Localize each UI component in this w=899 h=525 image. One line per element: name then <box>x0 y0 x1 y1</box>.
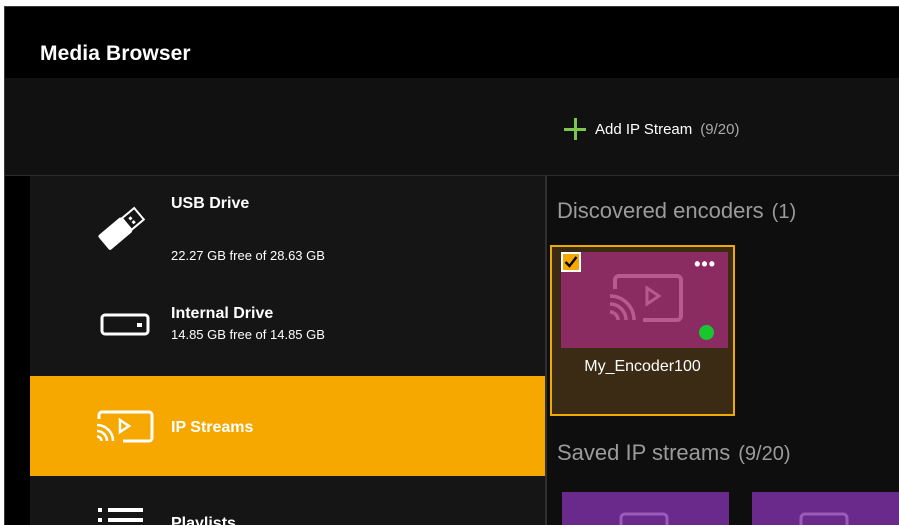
sidebar-item-ip-streams[interactable]: IP Streams <box>30 376 545 476</box>
sidebar-item-detail: 22.27 GB free of 28.63 GB <box>171 248 325 263</box>
saved-ip-streams-count: (9/20) <box>738 443 791 465</box>
window-title: Media Browser <box>40 42 191 65</box>
plus-icon <box>564 118 586 140</box>
internal-drive-icon <box>100 313 150 336</box>
discovered-encoders-title: Discovered encoders <box>557 198 764 223</box>
sidebar-item-usb-drive[interactable]: USB Drive 22.27 GB free of 28.63 GB <box>30 176 545 276</box>
main-content: Discovered encoders (1) ••• My_Encoder10… <box>547 176 899 525</box>
online-status-dot <box>699 325 714 340</box>
ip-stream-icon <box>799 512 849 525</box>
ip-stream-icon <box>609 274 683 322</box>
more-options-icon[interactable]: ••• <box>694 254 716 275</box>
sidebar-item-detail: 14.85 GB free of 14.85 GB <box>171 327 325 342</box>
encoder-thumbnail: ••• <box>561 252 728 348</box>
encoder-name: My_Encoder100 <box>584 358 701 375</box>
toolbar: Add IP Stream (9/20) <box>5 78 899 176</box>
sidebar-item-label: USB Drive <box>171 195 250 212</box>
sidebar-item-internal-drive[interactable]: Internal Drive 14.85 GB free of 14.85 GB <box>30 276 545 376</box>
select-checkbox[interactable] <box>561 252 581 272</box>
ip-stream-icon <box>619 512 669 525</box>
saved-stream-card[interactable] <box>562 492 729 525</box>
ip-stream-count: (9/20) <box>700 120 740 138</box>
sidebar-item-playlists[interactable]: Playlists <box>30 476 545 525</box>
usb-drive-icon <box>98 206 146 250</box>
sidebar: USB Drive 22.27 GB free of 28.63 GB Inte… <box>30 176 545 525</box>
check-icon <box>564 256 578 268</box>
sidebar-item-label: IP Streams <box>171 419 254 436</box>
sidebar-item-label: Internal Drive <box>171 305 274 322</box>
saved-stream-card[interactable] <box>752 492 899 525</box>
add-ip-stream-button[interactable]: Add IP Stream (9/20) <box>564 115 739 143</box>
discovered-encoders-count: (1) <box>771 201 797 223</box>
saved-ip-streams-heading: Saved IP streams (9/20) <box>557 440 790 466</box>
add-ip-stream-label: Add IP Stream <box>595 120 693 138</box>
saved-ip-streams-title: Saved IP streams <box>557 440 731 465</box>
discovered-encoders-heading: Discovered encoders (1) <box>557 198 796 224</box>
ip-stream-icon <box>96 410 154 443</box>
encoder-card[interactable]: ••• My_Encoder100 <box>550 245 735 416</box>
media-browser-window: Media Browser Add IP Stream (9/20) USB D… <box>4 6 899 525</box>
playlist-icon <box>98 508 143 522</box>
